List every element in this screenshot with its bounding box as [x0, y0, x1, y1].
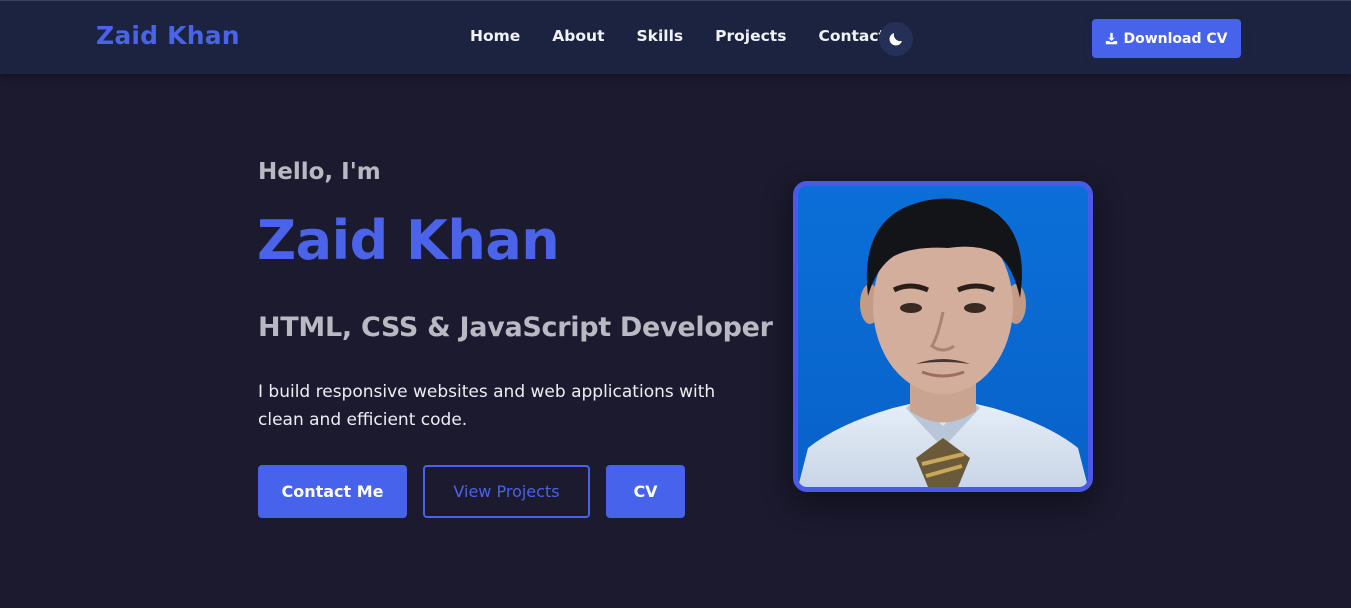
nav-link-skills[interactable]: Skills [636, 27, 683, 45]
hero-greeting: Hello, I'm [258, 159, 381, 185]
download-icon [1106, 32, 1118, 45]
download-cv-label: Download CV [1123, 30, 1228, 47]
theme-toggle-button[interactable] [879, 22, 913, 56]
moon-icon [889, 33, 902, 46]
main-nav: Home About Skills Projects Contact [470, 27, 918, 45]
nav-link-contact[interactable]: Contact [818, 27, 886, 45]
nav-link-projects[interactable]: Projects [715, 27, 786, 45]
nav-link-home[interactable]: Home [470, 27, 520, 45]
nav-link-about[interactable]: About [552, 27, 604, 45]
download-cv-button[interactable]: Download CV [1092, 19, 1241, 58]
profile-photo-image [798, 186, 1088, 487]
navbar: Zaid Khan Home About Skills Projects Con… [0, 0, 1351, 74]
cv-button[interactable]: CV [606, 465, 685, 518]
profile-photo [793, 181, 1093, 492]
site-logo[interactable]: Zaid Khan [96, 21, 240, 50]
contact-me-button[interactable]: Contact Me [258, 465, 407, 518]
view-projects-button[interactable]: View Projects [423, 465, 590, 518]
hero-name: Zaid Khan [257, 209, 560, 272]
hero-role: HTML, CSS & JavaScript Developer [258, 312, 773, 343]
hero-description: I build responsive websites and web appl… [258, 382, 716, 430]
